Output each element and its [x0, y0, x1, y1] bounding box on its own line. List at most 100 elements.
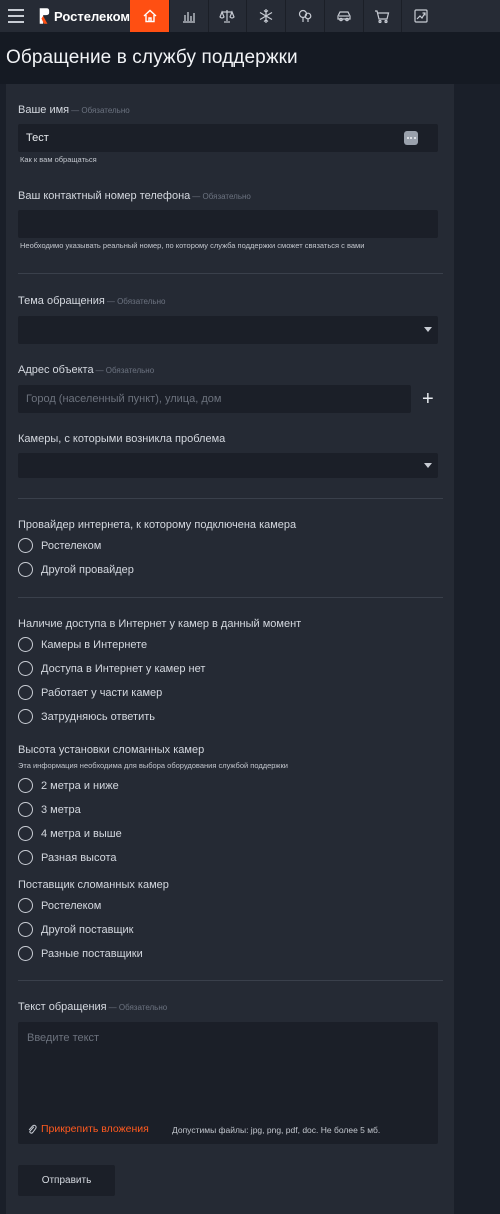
radio-label: Ростелеком [41, 899, 102, 912]
radio-option[interactable]: Разные поставщики [18, 946, 143, 961]
cameras-select[interactable] [18, 453, 438, 478]
radio-button[interactable] [18, 562, 33, 577]
trees-icon [298, 9, 312, 22]
chevron-down-icon [424, 327, 432, 332]
nav-nature[interactable] [285, 0, 324, 32]
divider [18, 273, 443, 274]
radio-button[interactable] [18, 850, 33, 865]
message-placeholder: Введите текст [27, 1032, 100, 1044]
radio-button[interactable] [18, 826, 33, 841]
radio-label: Камеры в Интернете [41, 638, 148, 651]
nav-growth[interactable] [401, 0, 440, 32]
name-label-text: Ваше имя [18, 104, 70, 116]
phone-label-text: Ваш контактный номер телефона [18, 190, 191, 202]
height-hint: Эта информация необходима для выбора обо… [18, 761, 288, 770]
radio-button[interactable] [18, 922, 33, 937]
radio-label: Затрудняюсь ответить [41, 710, 156, 723]
required-note: — Обязательно [192, 192, 251, 201]
required-note: — Обязательно [108, 1003, 168, 1012]
support-form: Ваше имя — Обязательно Тест Как к вам обр… [6, 84, 454, 1214]
snowflake-icon [259, 9, 273, 23]
radio-button[interactable] [18, 898, 33, 913]
radio-button[interactable] [18, 637, 33, 652]
nav-transport[interactable] [323, 0, 363, 32]
radio-button[interactable] [18, 778, 33, 793]
nav-shop[interactable] [362, 0, 402, 32]
radio-label: Другой поставщик [41, 923, 134, 936]
radio-button[interactable] [18, 946, 33, 961]
radio-label: Другой провайдер [41, 563, 134, 576]
menu-icon[interactable] [0, 0, 32, 32]
radio-label: Доступа в Интернет у камер нет [41, 662, 206, 675]
attach-link[interactable]: Прикрепить вложения [27, 1123, 149, 1135]
allowed-files-note: Допустимы файлы: jpg, png, pdf, doc. Не … [172, 1125, 381, 1135]
rostelecom-logo-icon [39, 8, 50, 24]
attach-label: Прикрепить вложения [41, 1123, 149, 1135]
radio-option[interactable]: Разная высота [18, 850, 117, 865]
radio-option[interactable]: Затрудняюсь ответить [18, 709, 155, 724]
radio-button[interactable] [18, 538, 33, 553]
trending-up-icon [414, 9, 428, 23]
phone-label: Ваш контактный номер телефона — Обязатель… [18, 190, 251, 202]
radio-button[interactable] [18, 709, 33, 724]
scales-icon [219, 10, 236, 23]
cart-icon [375, 10, 390, 24]
autofill-icon[interactable] [404, 131, 418, 145]
radio-label: Работает у части камер [41, 686, 163, 699]
topic-select[interactable] [18, 316, 438, 344]
car-icon [337, 11, 351, 22]
radio-button[interactable] [18, 661, 33, 676]
radio-option[interactable]: 2 метра и ниже [18, 778, 119, 793]
divider [18, 597, 443, 598]
radio-label: Разная высота [41, 851, 117, 864]
radio-label: 4 метра и выше [41, 827, 122, 840]
height-label: Высота установки сломанных камер [18, 744, 205, 756]
radio-option[interactable]: Работает у части камер [18, 685, 162, 700]
message-label-text: Текст обращения [18, 1001, 107, 1013]
name-hint: Как к вам обращаться [20, 155, 97, 164]
radio-label: Ростелеком [41, 539, 102, 552]
nav-scales[interactable] [207, 0, 247, 32]
radio-option[interactable]: 3 метра [18, 802, 81, 817]
radio-label: Разные поставщики [41, 947, 143, 960]
radio-option[interactable]: 4 метра и выше [18, 826, 122, 841]
phone-field[interactable] [18, 210, 438, 238]
required-note: — Обязательно [106, 297, 166, 306]
chevron-down-icon [424, 463, 432, 468]
required-note: — Обязательно [71, 106, 130, 115]
name-label: Ваше имя — Обязательно [18, 104, 130, 116]
address-placeholder: Город (населенный пункт), улица, дом [26, 393, 222, 405]
address-field[interactable]: Город (населенный пункт), улица, дом [18, 385, 411, 413]
divider [18, 498, 443, 499]
radio-button[interactable] [18, 685, 33, 700]
radio-option[interactable]: Другой провайдер [18, 562, 134, 577]
radio-option[interactable]: Доступа в Интернет у камер нет [18, 661, 205, 676]
radio-button[interactable] [18, 802, 33, 817]
address-label: Адрес объекта — Обязательно [18, 364, 154, 376]
topic-label: Тема обращения — Обязательно [18, 295, 165, 307]
phone-hint: Необходимо указывать реальный номер, по … [20, 241, 365, 250]
paperclip-icon [28, 1124, 37, 1134]
internet-access-label: Наличие доступа в Интернет у камер в дан… [18, 618, 302, 630]
message-label: Текст обращения — Обязательно [18, 1001, 167, 1013]
nav-climate[interactable] [246, 0, 285, 32]
radio-label: 3 метра [41, 803, 81, 816]
radio-option[interactable]: Ростелеком [18, 898, 101, 913]
brand-name: Ростелеком [54, 8, 130, 24]
divider [18, 980, 443, 981]
cameras-label: Камеры, с которыми возникла проблема [18, 433, 226, 445]
add-address-icon[interactable]: + [422, 389, 434, 409]
vendor-label: Поставщик сломанных камер [18, 879, 169, 891]
home-icon [143, 9, 157, 23]
radio-option[interactable]: Камеры в Интернете [18, 637, 147, 652]
nav-home[interactable] [130, 0, 169, 32]
top-bar: Ростелеком [0, 0, 500, 32]
name-field[interactable]: Тест [18, 124, 438, 152]
main-nav [130, 0, 440, 32]
brand-logo[interactable]: Ростелеком [32, 0, 130, 32]
address-label-text: Адрес объекта [18, 364, 94, 376]
submit-button[interactable]: Отправить [18, 1165, 115, 1196]
nav-analytics[interactable] [168, 0, 208, 32]
radio-option[interactable]: Другой поставщик [18, 922, 134, 937]
radio-option[interactable]: Ростелеком [18, 538, 101, 553]
